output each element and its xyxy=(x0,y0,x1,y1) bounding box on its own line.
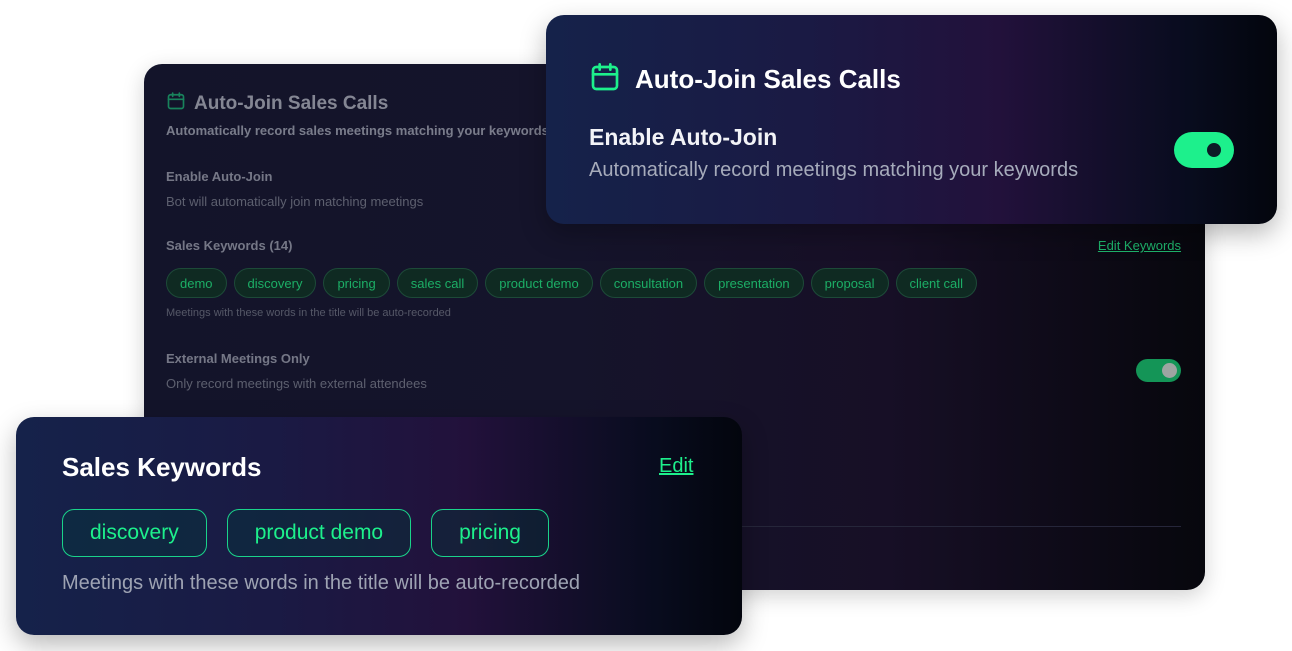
external-meetings-toggle[interactable] xyxy=(1136,359,1181,382)
edit-keywords-link[interactable]: Edit xyxy=(659,455,693,478)
keyword-chip[interactable]: product demo xyxy=(226,509,412,557)
keyword-chip[interactable]: discovery xyxy=(62,509,207,557)
panel-title: Auto-Join Sales Calls xyxy=(194,92,389,114)
keyword-chip[interactable]: client call xyxy=(895,268,978,298)
keyword-chip[interactable]: pricing xyxy=(431,509,549,557)
keywords-hint: Meetings with these words in the title w… xyxy=(166,307,451,319)
calendar-icon xyxy=(166,91,186,116)
auto-join-card: Auto-Join Sales Calls Enable Auto-Join A… xyxy=(546,15,1277,224)
enable-auto-join-description: Bot will automatically join matching mee… xyxy=(166,194,424,209)
keyword-chip-list: demo discovery pricing sales call produc… xyxy=(166,268,978,298)
enable-auto-join-label: Enable Auto-Join xyxy=(589,124,778,150)
enable-auto-join-label: Enable Auto-Join xyxy=(166,169,273,184)
auto-join-card-header: Auto-Join Sales Calls xyxy=(589,61,901,98)
panel-subtitle: Automatically record sales meetings matc… xyxy=(166,123,549,138)
keyword-chip-list: discovery product demo pricing xyxy=(62,509,549,557)
keywords-hint: Meetings with these words in the title w… xyxy=(62,572,581,594)
enable-auto-join-toggle[interactable] xyxy=(1174,132,1234,168)
calendar-icon xyxy=(589,61,621,98)
keyword-chip[interactable]: presentation xyxy=(704,268,804,298)
toggle-knob xyxy=(1162,363,1177,378)
sales-keywords-card-title: Sales Keywords xyxy=(62,452,262,482)
keyword-chip[interactable]: consultation xyxy=(599,268,698,298)
stage: Auto-Join Sales Calls Automatically reco… xyxy=(0,0,1292,651)
toggle-knob xyxy=(1207,143,1221,157)
enable-auto-join-description: Automatically record meetings matching y… xyxy=(589,159,1079,181)
keyword-chip[interactable]: sales call xyxy=(396,268,479,298)
panel-header: Auto-Join Sales Calls xyxy=(166,91,388,116)
keyword-chip[interactable]: proposal xyxy=(810,268,889,298)
auto-join-card-title: Auto-Join Sales Calls xyxy=(635,64,901,94)
external-meetings-description: Only record meetings with external atten… xyxy=(166,376,427,391)
keyword-chip[interactable]: pricing xyxy=(323,268,390,298)
sales-keywords-label: Sales Keywords (14) xyxy=(166,238,293,253)
edit-keywords-link[interactable]: Edit Keywords xyxy=(1098,238,1181,253)
keyword-chip[interactable]: discovery xyxy=(233,268,317,298)
sales-keywords-card: Sales Keywords Edit discovery product de… xyxy=(16,417,742,635)
keyword-chip[interactable]: demo xyxy=(166,268,227,298)
external-meetings-label: External Meetings Only xyxy=(166,351,310,366)
keyword-chip[interactable]: product demo xyxy=(485,268,593,298)
